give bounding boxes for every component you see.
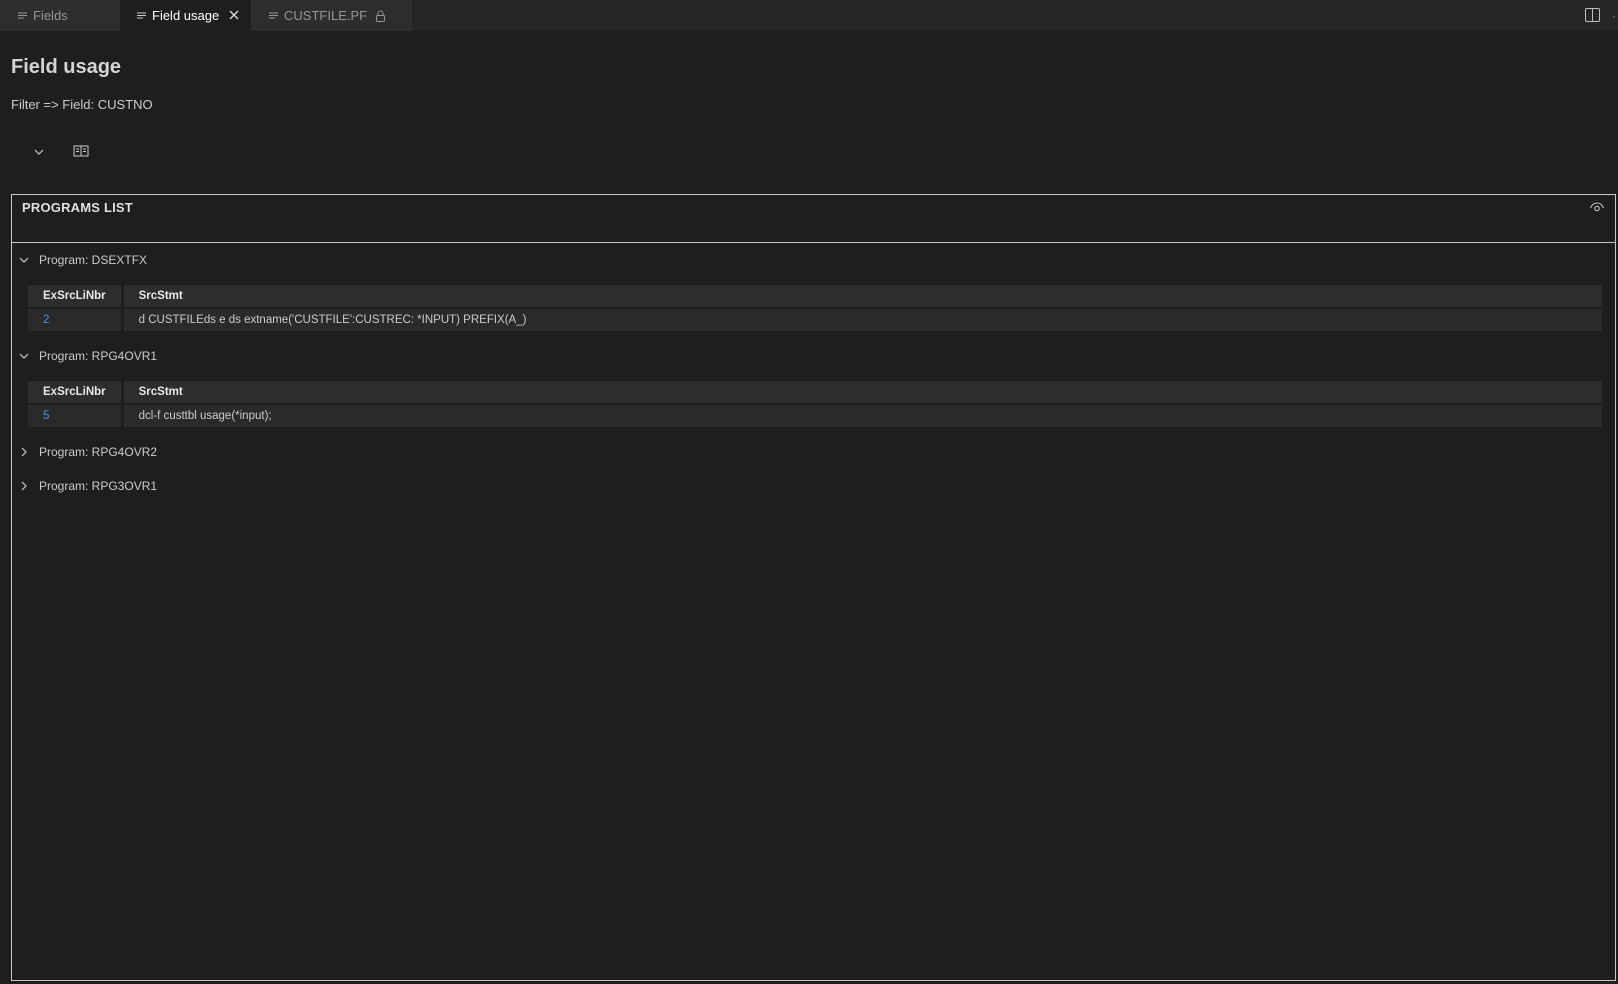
program-label: Program: RPG4OVR1 [39,349,158,363]
book-icon [73,145,89,157]
programs-panel: PROGRAMS LIST Program: DSEXTFX ExSrcLiNb… [11,194,1616,981]
table-row: 5 dcl-f custtbl usage(*input); [28,405,1602,427]
panel-header: PROGRAMS LIST [12,195,1615,243]
source-statement-cell: dcl-f custtbl usage(*input); [123,405,1602,427]
tab-custfile-pf[interactable]: CUSTFILE.PF [251,0,412,31]
column-header: SrcStmt [123,285,1602,307]
program-label: Program: DSEXTFX [39,253,148,267]
program-item-dsextfx[interactable]: Program: DSEXTFX [12,249,1615,271]
source-statement-cell: d CUSTFILEds e ds extname('CUSTFILE':CUS… [123,309,1602,331]
chevron-right-icon [21,481,27,491]
page-title: Field usage [11,56,122,78]
line-number-cell: 5 [28,405,124,427]
tab-fields[interactable]: Fields [0,0,120,31]
chevron-down-icon [19,353,29,359]
tab-field-usage[interactable]: Field usage [120,0,251,31]
program-item-rpg4ovr2[interactable]: Program: RPG4OVR2 [12,441,1615,463]
chevron-right-icon [21,447,27,457]
more-actions-icon[interactable]: · [1612,9,1616,23]
eye-icon[interactable] [1589,200,1605,214]
tab-label: CUSTFILE.PF [284,8,368,23]
panel-title: PROGRAMS LIST [22,200,133,215]
tab-label: Fields [33,8,68,23]
table-row: 2 d CUSTFILEds e ds extname('CUSTFILE':C… [28,309,1602,331]
chevron-down-icon [34,149,44,155]
split-editor-icon[interactable] [1585,8,1600,22]
program-label: Program: RPG4OVR2 [39,445,158,459]
line-number-link[interactable]: 2 [43,314,49,326]
document-icon [137,12,146,18]
table-header-row: ExSrcLiNbr SrcStmt [28,381,1602,403]
table-header-row: ExSrcLiNbr SrcStmt [28,285,1602,307]
editor-tab-bar: Fields Field usage CUSTFILE.PF · [0,0,1618,31]
line-number-link[interactable]: 5 [43,410,49,422]
column-header: ExSrcLiNbr [28,285,124,307]
line-number-cell: 2 [28,309,124,331]
program-item-rpg4ovr1[interactable]: Program: RPG4OVR1 [12,345,1615,367]
program-label: Program: RPG3OVR1 [39,479,158,493]
lock-icon [376,10,386,22]
usage-table: ExSrcLiNbr SrcStmt 2 d CUSTFILEds e ds e… [28,283,1602,333]
filter-text: Filter => Field: CUSTNO [11,97,153,112]
view-button[interactable] [70,140,92,162]
document-icon [269,12,278,18]
program-item-rpg3ovr1[interactable]: Program: RPG3OVR1 [12,475,1615,497]
column-header: SrcStmt [123,381,1602,403]
column-header: ExSrcLiNbr [28,381,124,403]
close-icon[interactable] [227,8,241,22]
chevron-down-icon [19,257,29,263]
usage-table: ExSrcLiNbr SrcStmt 5 dcl-f custtbl usage… [28,379,1602,429]
document-icon [18,12,27,18]
collapse-all-button[interactable] [28,141,50,163]
tab-label: Field usage [152,8,220,23]
